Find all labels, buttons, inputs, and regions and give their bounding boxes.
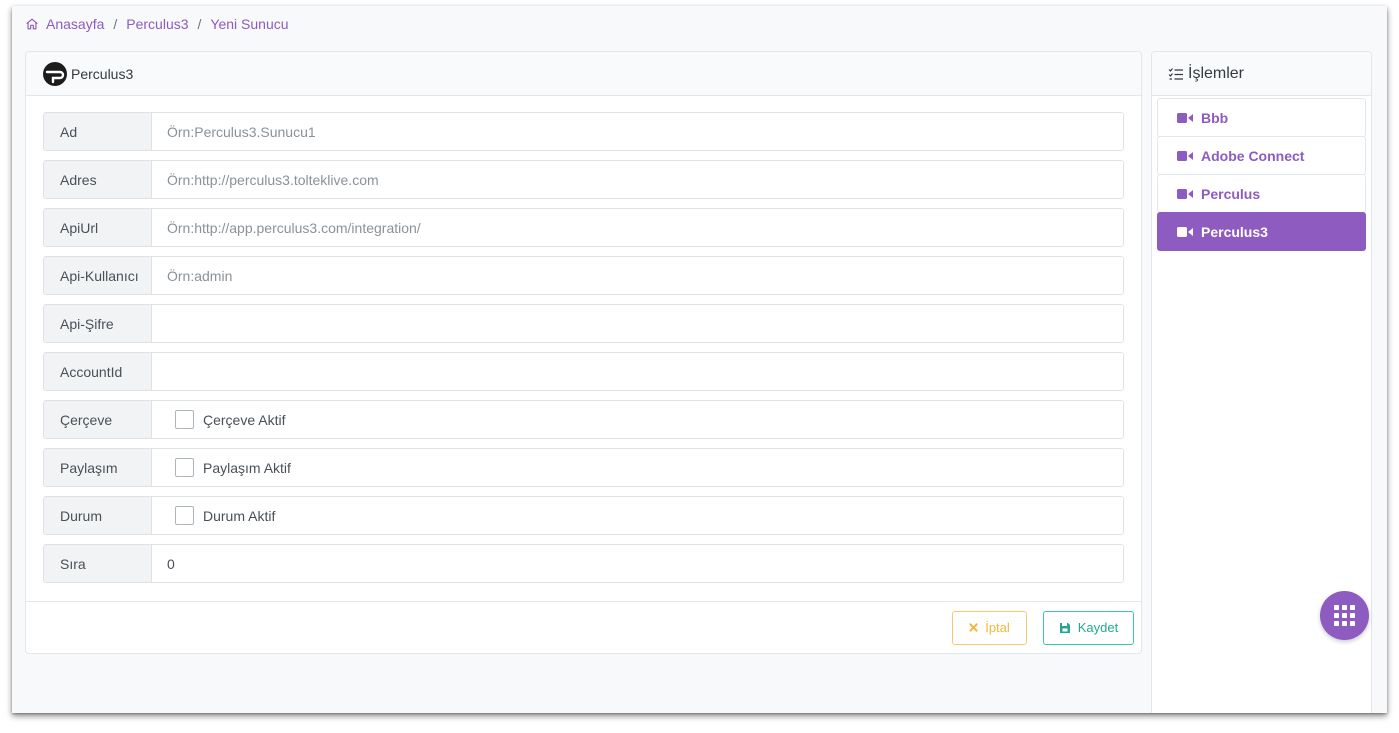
field-label-status: Durum [44,497,152,534]
video-icon [1177,188,1193,199]
save-button[interactable]: Kaydet [1043,610,1134,645]
close-icon [969,623,978,632]
breadcrumb-perculus3[interactable]: Perculus3 [126,16,188,32]
actions-panel-title: İşlemler [1188,64,1245,82]
video-icon [1177,150,1193,161]
frame-active-label[interactable]: Çerçeve Aktif [203,412,285,428]
frame-active-checkbox[interactable] [175,410,194,429]
home-icon [26,18,38,30]
actions-list: Bbb Adobe Connect Perculus Perculus3 [1152,96,1371,252]
breadcrumb-separator: / [197,16,202,32]
breadcrumb-current: Yeni Sunucu [210,16,289,32]
field-row-apiurl: ApiUrl [43,208,1124,247]
app-frame: Anasayfa / Perculus3 / Yeni Sunucu Percu… [12,6,1387,713]
account-id-input[interactable] [167,353,1123,390]
cancel-button[interactable]: İptal [952,610,1027,645]
field-row-address: Adres [43,160,1124,199]
status-active-label[interactable]: Durum Aktif [203,508,275,524]
sidebar-item-perculus[interactable]: Perculus [1157,174,1366,213]
api-user-input[interactable] [167,257,1123,294]
field-label-apiurl: ApiUrl [44,209,152,246]
breadcrumb: Anasayfa / Perculus3 / Yeni Sunucu [25,16,289,32]
field-label-api-user: Api-Kullanıcı [44,257,152,294]
sidebar-item-bbb[interactable]: Bbb [1157,98,1366,137]
sidebar-item-label: Adobe Connect [1201,147,1305,164]
field-row-status: Durum Durum Aktif [43,496,1124,535]
field-label-name: Ad [44,113,152,150]
sharing-active-checkbox[interactable] [175,458,194,477]
address-input[interactable] [167,161,1123,198]
sidebar-item-perculus3[interactable]: Perculus3 [1157,212,1366,251]
field-row-sharing: Paylaşım Paylaşım Aktif [43,448,1124,487]
sidebar-item-label: Bbb [1201,109,1229,126]
breadcrumb-home[interactable]: Anasayfa [46,16,104,32]
server-form-card: Perculus3 Ad Adres ApiUrl Api-Kullanıcı … [25,51,1142,654]
field-label-frame: Çerçeve [44,401,152,438]
perculus-logo-icon [43,61,67,86]
grid-menu-button[interactable] [1320,591,1369,640]
field-label-sharing: Paylaşım [44,449,152,486]
breadcrumb-separator: / [113,16,118,32]
form-body: Ad Adres ApiUrl Api-Kullanıcı Api-Şifre … [26,96,1141,583]
cancel-label: İptal [985,620,1010,635]
sharing-active-label[interactable]: Paylaşım Aktif [203,460,291,476]
sidebar-item-adobe-connect[interactable]: Adobe Connect [1157,136,1366,175]
field-label-order: Sıra [44,545,152,582]
sidebar-item-label: Perculus [1201,185,1261,202]
field-row-order: Sıra [43,544,1124,583]
field-label-address: Adres [44,161,152,198]
field-label-account-id: AccountId [44,353,152,390]
sidebar-item-label: Perculus3 [1201,223,1268,240]
field-label-api-password: Api-Şifre [44,305,152,342]
card-title: Perculus3 [71,65,134,82]
apiurl-input[interactable] [167,209,1123,246]
save-label: Kaydet [1077,620,1119,635]
card-footer: İptal Kaydet [26,601,1141,653]
actions-panel-header: İşlemler [1152,52,1371,96]
status-active-checkbox[interactable] [175,506,194,525]
field-row-api-user: Api-Kullanıcı [43,256,1124,295]
list-check-icon [1168,67,1183,80]
video-icon [1177,112,1193,123]
field-row-api-password: Api-Şifre [43,304,1124,343]
floppy-disk-icon [1059,622,1071,634]
video-icon [1177,226,1193,237]
field-row-frame: Çerçeve Çerçeve Aktif [43,400,1124,439]
order-input[interactable] [167,545,1123,582]
grid-menu-icon [1334,605,1355,626]
field-row-name: Ad [43,112,1124,151]
card-header: Perculus3 [26,52,1141,96]
api-password-input[interactable] [167,305,1123,342]
name-input[interactable] [167,113,1123,150]
field-row-account-id: AccountId [43,352,1124,391]
